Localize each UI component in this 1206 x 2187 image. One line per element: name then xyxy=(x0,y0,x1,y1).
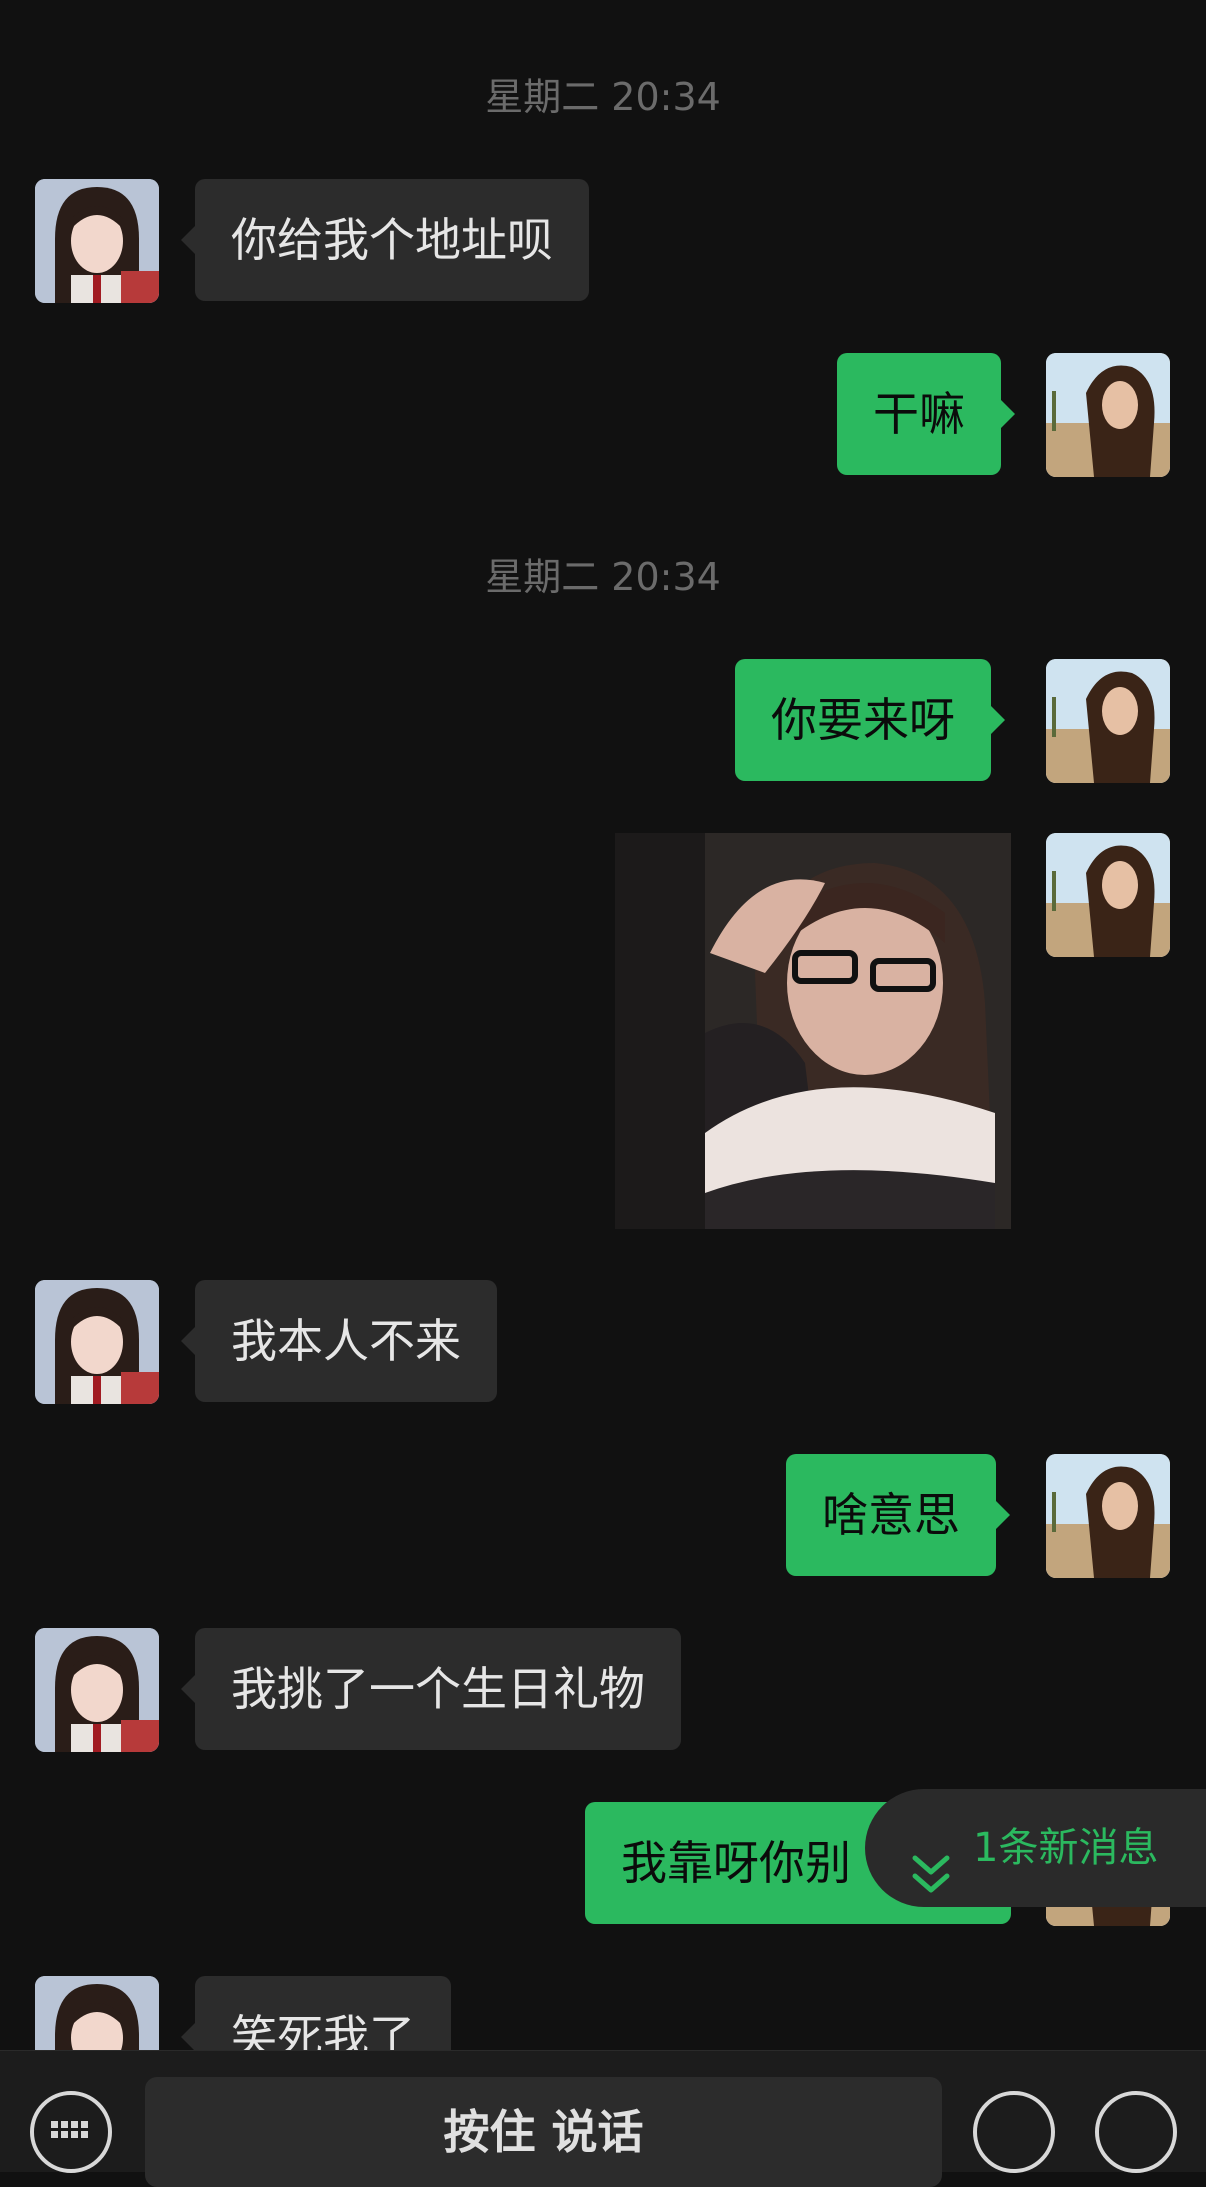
new-message-indicator[interactable]: 1条新消息 xyxy=(865,1789,1206,1907)
chat-area[interactable]: 星期二 20:34 你给我个地址呗 干嘛 星期二 20:34 你要来呀 我本人不… xyxy=(0,0,1206,2050)
timestamp: 星期二 20:34 xyxy=(485,75,721,119)
avatar-contact[interactable] xyxy=(35,179,159,303)
chevron-double-down-icon xyxy=(911,1826,951,1893)
new-message-label: 1条新消息 xyxy=(973,1825,1159,1871)
more-button[interactable] xyxy=(1095,2091,1177,2173)
message-bubble-outgoing[interactable]: 干嘛 xyxy=(837,353,1015,475)
message-bubble-incoming[interactable]: 你给我个地址呗 xyxy=(181,179,589,301)
avatar-self[interactable] xyxy=(1046,1454,1170,1578)
avatar-self[interactable] xyxy=(1046,353,1170,477)
message-bubble-outgoing[interactable]: 啥意思 xyxy=(786,1454,1010,1576)
message-bubble-outgoing[interactable]: 你要来呀 xyxy=(735,659,1005,781)
avatar-contact[interactable] xyxy=(35,1280,159,1404)
message-bubble-incoming[interactable]: 笑死我了 xyxy=(181,1976,451,2050)
avatar-contact[interactable] xyxy=(35,1976,159,2050)
avatar-self[interactable] xyxy=(1046,659,1170,783)
avatar-contact[interactable] xyxy=(35,1628,159,1752)
message-bubble-incoming[interactable]: 我挑了一个生日礼物 xyxy=(181,1628,681,1750)
message-bubble-incoming[interactable]: 我本人不来 xyxy=(181,1280,497,1402)
input-bar: 按住 说话 xyxy=(0,2050,1206,2187)
keyboard-icon xyxy=(51,2121,88,2138)
avatar-self[interactable] xyxy=(1046,833,1170,957)
timestamp: 星期二 20:34 xyxy=(485,555,721,599)
keyboard-toggle-button[interactable] xyxy=(30,2091,112,2173)
emoji-button[interactable] xyxy=(973,2091,1055,2173)
image-message[interactable] xyxy=(615,833,1011,1229)
